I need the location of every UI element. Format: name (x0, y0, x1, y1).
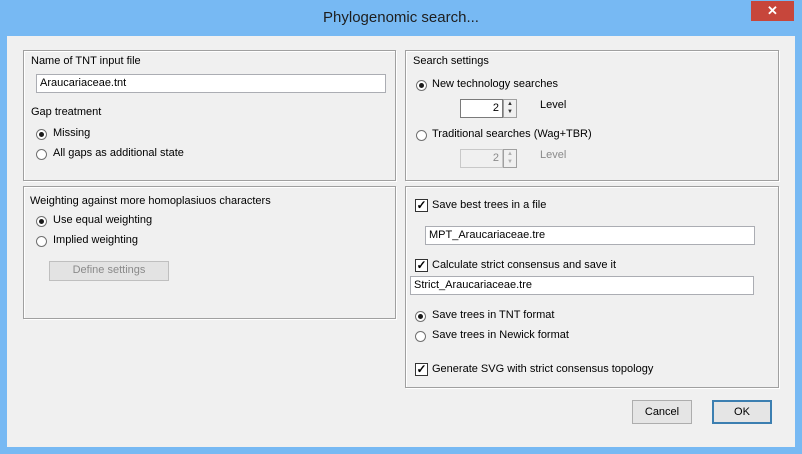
tnt-format-label[interactable]: Save trees in TNT format (432, 309, 554, 321)
check-icon: ✓ (416, 362, 427, 376)
input-file-heading: Name of TNT input file (31, 55, 141, 67)
implied-weighting-radio[interactable] (36, 236, 47, 247)
save-best-trees-checkbox[interactable]: ✓ (415, 199, 428, 212)
spin-down-icon[interactable]: ▼ (504, 158, 516, 166)
close-icon: ✕ (767, 3, 778, 18)
check-icon: ✓ (416, 258, 427, 272)
weighting-heading: Weighting against more homoplasiuos char… (30, 195, 271, 207)
strict-consensus-checkbox[interactable]: ✓ (415, 259, 428, 272)
strict-consensus-file-field[interactable]: Strict_Araucariaceae.tre (410, 276, 754, 295)
gap-additional-state-label[interactable]: All gaps as additional state (53, 147, 184, 159)
implied-weighting-label[interactable]: Implied weighting (53, 234, 138, 246)
new-technology-radio[interactable] (416, 80, 427, 91)
save-best-trees-label[interactable]: Save best trees in a file (432, 199, 546, 211)
title-bar[interactable]: Phylogenomic search... ✕ (0, 0, 802, 36)
new-technology-label[interactable]: New technology searches (432, 78, 558, 90)
dialog-body: Name of TNT input file Araucariaceae.tnt… (7, 36, 795, 447)
spin-down-icon[interactable]: ▼ (504, 108, 516, 116)
traditional-search-label[interactable]: Traditional searches (Wag+TBR) (432, 128, 592, 140)
window-title: Phylogenomic search... (323, 9, 479, 26)
traditional-level-spinner[interactable]: ▲ ▼ (503, 149, 517, 168)
generate-svg-checkbox[interactable]: ✓ (415, 363, 428, 376)
spin-up-icon[interactable]: ▲ (504, 100, 516, 108)
generate-svg-label[interactable]: Generate SVG with strict consensus topol… (432, 363, 653, 375)
search-settings-panel: Search settings New technology searches … (405, 50, 779, 181)
check-icon: ✓ (416, 198, 427, 212)
traditional-search-radio[interactable] (416, 130, 427, 141)
new-technology-level-spinner[interactable]: ▲ ▼ (503, 99, 517, 118)
traditional-level-label: Level (540, 149, 567, 161)
equal-weighting-label[interactable]: Use equal weighting (53, 214, 152, 226)
output-panel: ✓ Save best trees in a file MPT_Araucari… (405, 186, 779, 388)
dialog-window: Phylogenomic search... ✕ Name of TNT inp… (0, 0, 802, 454)
newick-format-label[interactable]: Save trees in Newick format (432, 329, 569, 341)
input-file-panel: Name of TNT input file Araucariaceae.tnt… (23, 50, 396, 181)
define-settings-button[interactable]: Define settings (49, 261, 169, 281)
strict-consensus-label[interactable]: Calculate strict consensus and save it (432, 259, 616, 271)
traditional-level-input[interactable]: 2 (460, 149, 503, 168)
newick-format-radio[interactable] (415, 331, 426, 342)
best-trees-file-field[interactable]: MPT_Araucariaceae.tre (425, 226, 755, 245)
gap-additional-state-radio[interactable] (36, 149, 47, 160)
weighting-panel: Weighting against more homoplasiuos char… (23, 186, 396, 319)
new-technology-level-input[interactable]: 2 (460, 99, 503, 118)
spin-up-icon[interactable]: ▲ (504, 150, 516, 158)
ok-button[interactable]: OK (712, 400, 772, 424)
cancel-button[interactable]: Cancel (632, 400, 692, 424)
tnt-format-radio[interactable] (415, 311, 426, 322)
equal-weighting-radio[interactable] (36, 216, 47, 227)
gap-missing-label[interactable]: Missing (53, 127, 90, 139)
search-settings-heading: Search settings (413, 55, 489, 67)
close-button[interactable]: ✕ (751, 1, 794, 21)
new-technology-level-label: Level (540, 99, 567, 111)
gap-treatment-heading: Gap treatment (31, 106, 102, 118)
gap-missing-radio[interactable] (36, 129, 47, 140)
input-file-field[interactable]: Araucariaceae.tnt (36, 74, 386, 93)
